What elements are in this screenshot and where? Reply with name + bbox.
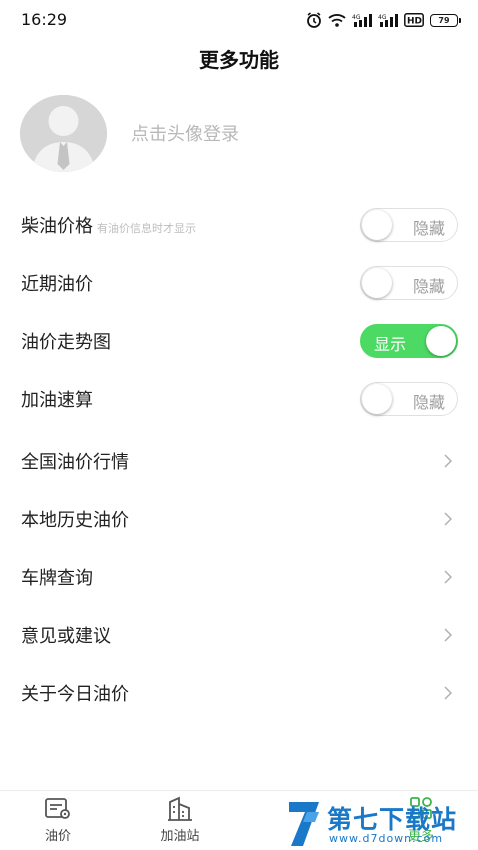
tab-label: 加油站 (160, 829, 200, 844)
profile-section[interactable]: 点击头像登录 (20, 94, 239, 172)
alarm-icon (306, 12, 322, 28)
row-label: 全国油价行情 (21, 452, 129, 473)
svg-text:HD: HD (407, 17, 422, 27)
watermark: 第七下载站 www.d7down.com (285, 798, 475, 850)
chevron-right-icon (444, 686, 452, 700)
row-label: 本地历史油价 (21, 510, 129, 531)
chevron-right-icon (444, 512, 452, 526)
toggle-knob (362, 268, 392, 298)
svg-text:4G: 4G (378, 14, 387, 21)
toggle-trend-chart[interactable]: 显示 (360, 324, 458, 358)
tab-gas-station[interactable]: 加油站 (140, 796, 220, 844)
row-recent-price: 近期油价 隐藏 (0, 254, 478, 312)
tab-oil-price[interactable]: 油价 (18, 796, 98, 844)
chevron-right-icon (444, 454, 452, 468)
page-title: 更多功能 (199, 48, 279, 72)
toggle-recent-price[interactable]: 隐藏 (360, 266, 458, 300)
nav-national-prices[interactable]: 全国油价行情 (0, 432, 478, 490)
hd-icon: HD (404, 13, 424, 27)
watermark-logo-icon (289, 802, 319, 846)
building-icon (168, 796, 192, 821)
toggle-quick-calc[interactable]: 隐藏 (360, 382, 458, 416)
row-diesel-price: 柴油价格 有油价信息时才显示 隐藏 (0, 196, 478, 254)
toggle-knob (426, 326, 456, 356)
row-label: 柴油价格 有油价信息时才显示 (21, 216, 196, 237)
battery-icon: 79 (430, 13, 461, 27)
login-hint[interactable]: 点击头像登录 (131, 120, 239, 146)
wifi-icon (328, 13, 346, 27)
chevron-right-icon (444, 570, 452, 584)
tabbar-divider (0, 790, 478, 791)
status-time: 16:29 (21, 10, 68, 29)
signal-4g-icon-2: 4G (378, 13, 398, 27)
nav-local-history[interactable]: 本地历史油价 (0, 490, 478, 548)
row-label: 近期油价 (21, 274, 93, 295)
signal-4g-icon: 4G (352, 13, 372, 27)
avatar[interactable] (20, 94, 107, 172)
row-label: 意见或建议 (21, 626, 111, 647)
row-label: 油价走势图 (21, 332, 111, 353)
toggle-state-label: 显示 (374, 335, 407, 354)
row-quick-calc: 加油速算 隐藏 (0, 370, 478, 428)
nav-plate-lookup[interactable]: 车牌查询 (0, 548, 478, 606)
status-icons: 4G 4G HD 79 (306, 12, 461, 28)
toggle-diesel-price[interactable]: 隐藏 (360, 208, 458, 242)
price-tag-icon (45, 798, 70, 819)
toggle-state-label: 隐藏 (412, 277, 445, 296)
tab-label: 油价 (44, 829, 71, 844)
row-label: 加油速算 (21, 390, 93, 411)
toggle-knob (362, 384, 392, 414)
row-label: 关于今日油价 (21, 684, 129, 705)
nav-about[interactable]: 关于今日油价 (0, 664, 478, 722)
row-note: 有油价信息时才显示 (97, 222, 196, 235)
watermark-title: 第七下载站 (327, 805, 458, 834)
row-trend-chart: 油价走势图 显示 (0, 312, 478, 370)
chevron-right-icon (444, 628, 452, 642)
nav-feedback[interactable]: 意见或建议 (0, 606, 478, 664)
toggle-knob (362, 210, 392, 240)
row-label: 车牌查询 (21, 568, 93, 589)
watermark-url: www.d7down.com (329, 832, 444, 845)
status-bar: 16:29 4G 4G HD 79 (0, 0, 478, 40)
svg-text:4G: 4G (352, 14, 361, 21)
toggle-state-label: 隐藏 (412, 393, 445, 412)
toggle-state-label: 隐藏 (412, 219, 445, 238)
